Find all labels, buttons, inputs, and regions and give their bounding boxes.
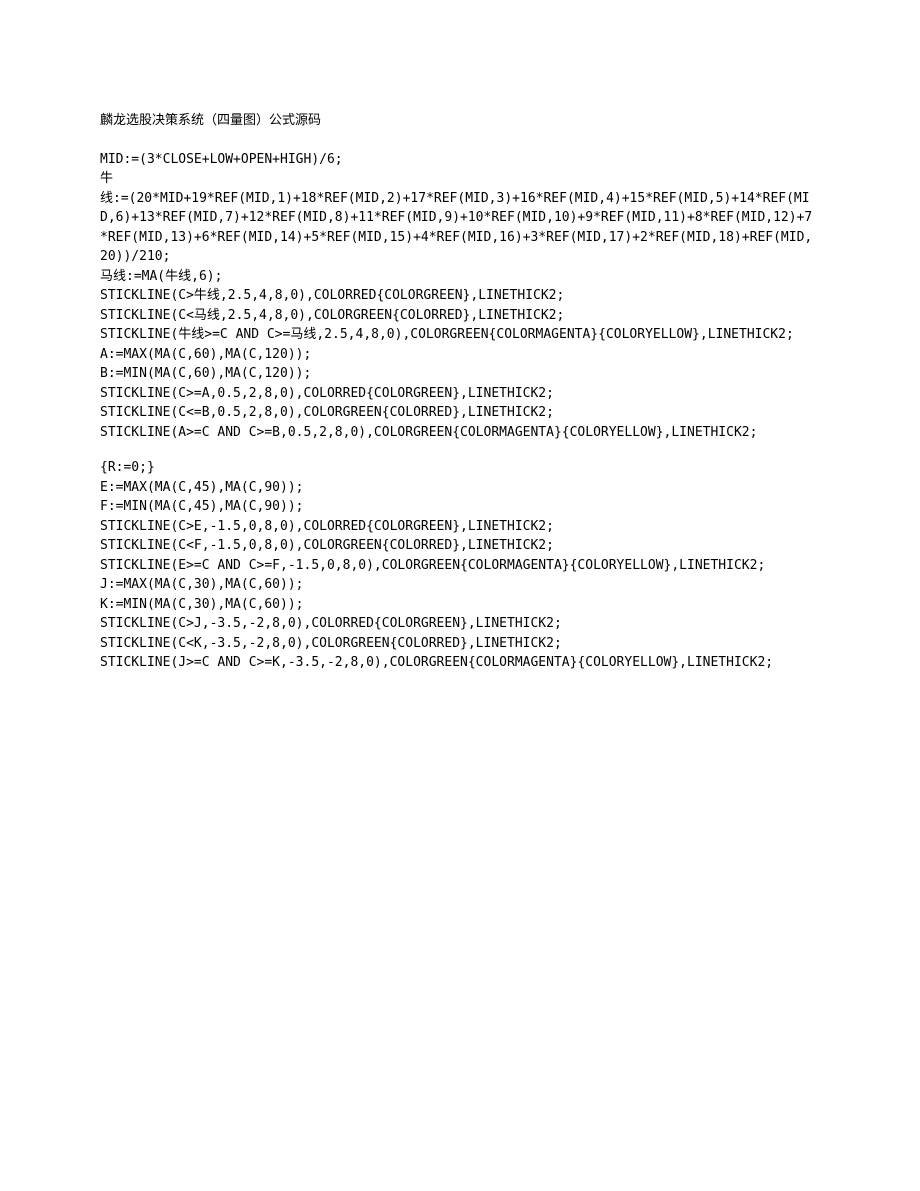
code-block-2: {R:=0;} E:=MAX(MA(C,45),MA(C,90)); F:=MI… [100,458,820,673]
code-block-1: MID:=(3*CLOSE+LOW+OPEN+HIGH)/6; 牛 线:=(20… [100,150,820,443]
document-title: 麟龙选股决策系统（四量图）公式源码 [100,110,820,130]
